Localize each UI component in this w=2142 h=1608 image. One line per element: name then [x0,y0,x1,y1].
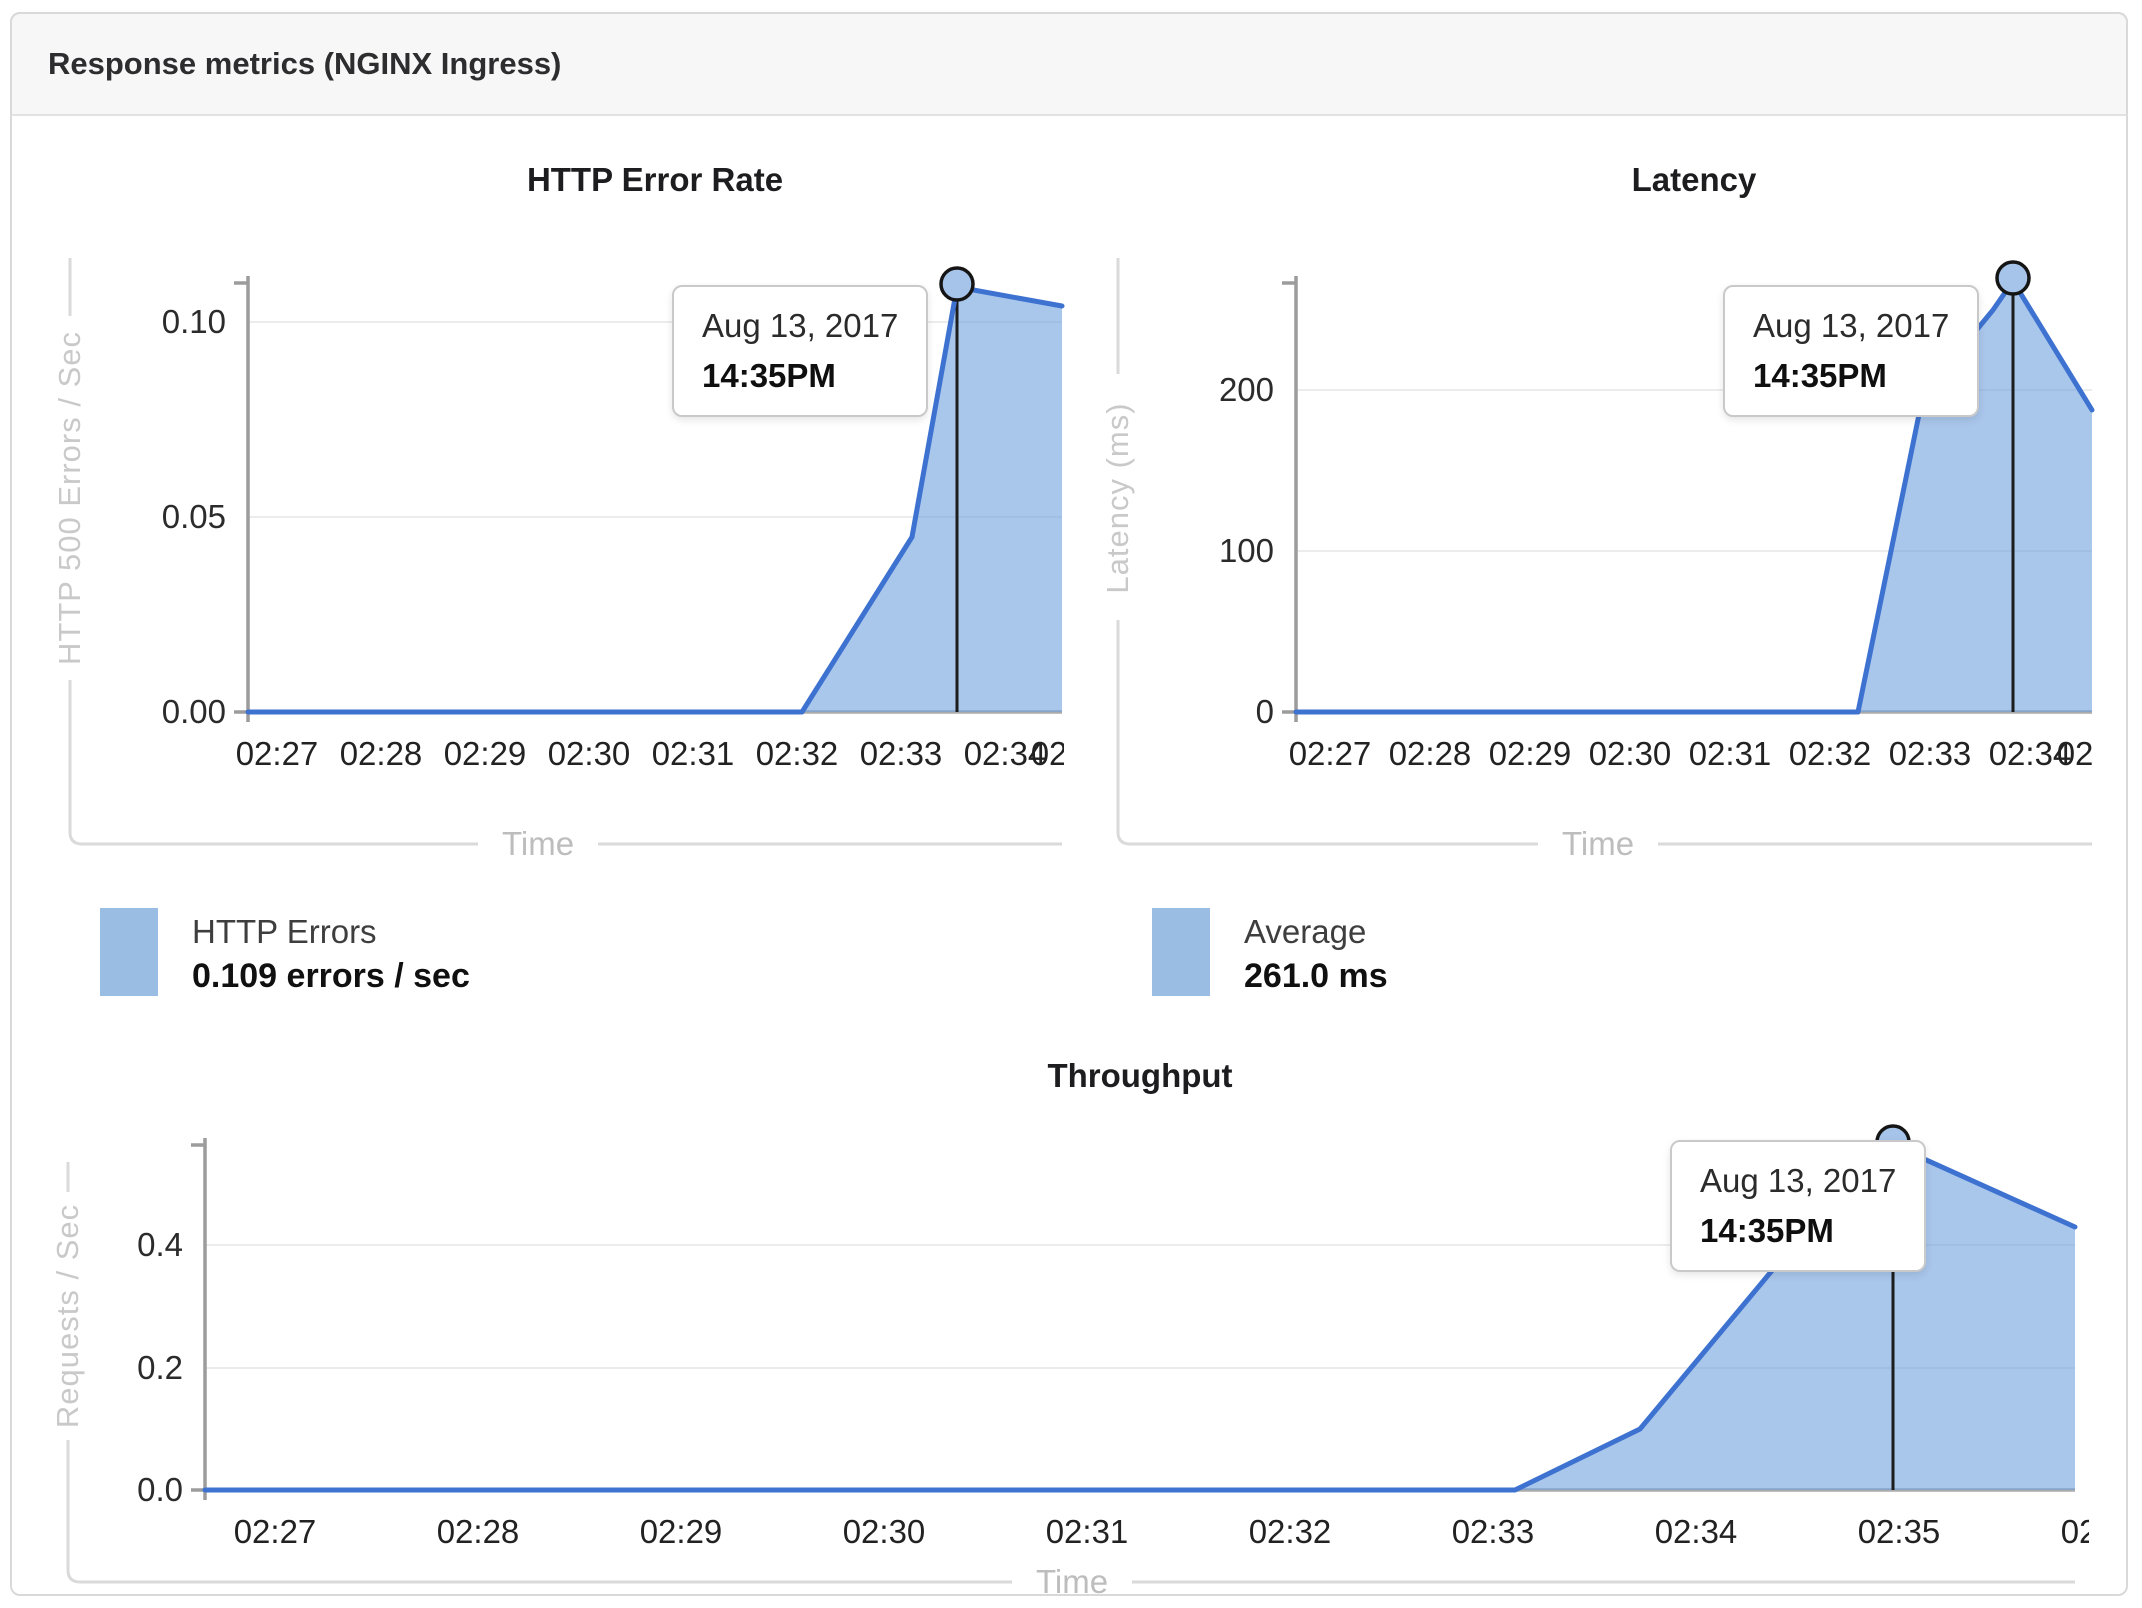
card-title: Response metrics (NGINX Ingress) [48,46,562,81]
y-tick-label: 0.05 [161,498,226,535]
x-tick-label: 02:32 [1788,735,1872,772]
legend-http-errors: HTTP Errors 0.109 errors / sec [100,908,470,998]
y-axis-title: HTTP 500 Errors / Sec [52,331,87,665]
hover-tooltip: Aug 13, 2017 14:35PM [1670,1140,1927,1272]
x-tick-label: 02:28 [436,1513,520,1550]
y-tick-label: 0.2 [137,1349,183,1386]
tooltip-date: Aug 13, 2017 [1700,1162,1897,1199]
tooltip-time: 14:35PM [1753,357,1887,394]
tooltip-date: Aug 13, 2017 [1753,307,1950,344]
x-tick-label: 02:34 [1654,1513,1738,1550]
x-tick-label: 02:30 [547,735,631,772]
y-tick-label: 100 [1218,532,1274,569]
x-axis-title: Time [501,825,575,862]
x-tick-label: 02:30 [842,1513,926,1550]
chart-panel-http-error-rate: HTTP Error Rate 0.10 0.05 0.00 02:27 02:… [12,120,1076,892]
legend-average-latency: Average 261.0 ms [1152,908,1388,998]
page: Response metrics (NGINX Ingress) HTTP Er… [0,0,2142,1608]
chart-panel-latency: Latency 200 100 0 02:27 02:28 02:29 02:3… [1068,120,2142,892]
x-tick-label: 02:29 [639,1513,723,1550]
x-tick-row: 02:27 02:28 02:29 02:30 02:31 02:32 02:3… [12,732,1064,778]
x-tick-label: 02:28 [1388,735,1472,772]
y-tick-label: 0.4 [137,1226,183,1263]
x-tick-label: 02:31 [1045,1513,1129,1550]
x-tick-label: 02:27 [233,1513,317,1550]
y-axis-title: Latency (ms) [1100,402,1135,594]
x-tick-label: 02:33 [1451,1513,1535,1550]
hover-tooltip: Aug 13, 2017 14:35PM [672,285,929,417]
x-tick-label: 02:27 [1288,735,1372,772]
legend-label: HTTP Errors [192,913,377,950]
y-tick-label: 0 [1255,693,1274,730]
x-tick-label: 02:30 [1588,735,1672,772]
x-tick-row: 02:27 02:28 02:29 02:30 02:31 02:32 02:3… [1068,732,2094,778]
tooltip-time: 14:35PM [702,357,836,394]
legend-value: 261.0 ms [1244,957,1388,995]
x-tick-label: 02:35 [2056,735,2094,772]
x-tick-label: 02:31 [1688,735,1772,772]
x-tick-label: 02:32 [1248,1513,1332,1550]
y-tick-label: 0.0 [137,1471,183,1508]
x-tick-label: 02:28 [339,735,423,772]
legend-value: 0.109 errors / sec [192,957,470,995]
tooltip-time: 14:35PM [1700,1212,1834,1249]
tooltip-date: Aug 13, 2017 [702,307,899,344]
x-tick-label: 02:32 [755,735,839,772]
hover-tooltip: Aug 13, 2017 14:35PM [1723,285,1980,417]
y-tick-label: 0.00 [161,693,226,730]
y-tick-label: 200 [1218,371,1274,408]
y-axis-title: Requests / Sec [50,1203,85,1429]
x-tick-row: 02:27 02:28 02:29 02:30 02:31 02:32 02:3… [12,1510,2089,1556]
chart-panel-throughput: Throughput 0.4 0.2 0.0 02:27 02:28 02:29… [12,1040,2130,1600]
x-tick-label: 02:36 [2060,1513,2089,1550]
x-tick-label: 02:35 [1857,1513,1941,1550]
x-tick-label: 02:35 [1030,735,1064,772]
x-tick-label: 02:33 [1888,735,1972,772]
legend-swatch-http-errors [100,908,158,996]
legend-label: Average [1244,913,1367,950]
card-header: Response metrics (NGINX Ingress) [10,12,2128,116]
legend-swatch-average [1152,908,1210,996]
x-tick-label: 02:29 [443,735,527,772]
x-axis-title: Time [1561,825,1635,862]
x-tick-label: 02:27 [235,735,319,772]
y-tick-label: 0.10 [161,303,226,340]
x-tick-label: 02:33 [859,735,943,772]
x-tick-label: 02:29 [1488,735,1572,772]
x-tick-label: 02:31 [651,735,735,772]
x-axis-title: Time [1035,1563,1109,1600]
